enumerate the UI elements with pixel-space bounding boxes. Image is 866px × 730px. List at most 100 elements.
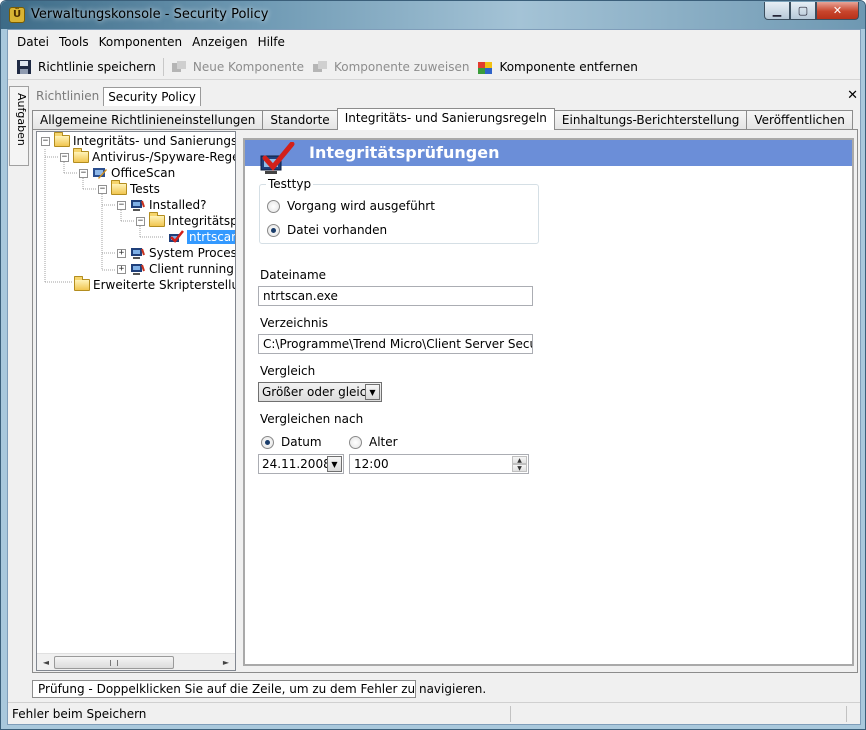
assign-component-icon — [313, 60, 327, 72]
radio-button-checked[interactable] — [267, 223, 280, 237]
tree-node-ntrtscan[interactable]: ntrtscan — [168, 229, 235, 245]
maximize-icon[interactable]: ▢ — [790, 2, 816, 20]
scroll-right-icon[interactable]: ► — [219, 656, 233, 669]
radio-button-checked[interactable] — [261, 435, 274, 449]
time-value: 12:00 — [354, 457, 389, 471]
menu-tools[interactable]: Tools — [54, 35, 94, 49]
side-tab-aufgaben[interactable]: Aufgaben — [9, 86, 29, 166]
close-icon[interactable]: ✕ — [847, 88, 858, 103]
integrity-check-icon — [169, 230, 184, 243]
verzeichnis-field[interactable]: C:\Programme\Trend Micro\Client Server S… — [258, 334, 533, 354]
dateiname-label: Dateiname — [260, 268, 327, 282]
tree-node-label: OfficeScan — [111, 166, 176, 180]
spin-down-icon[interactable]: ▼ — [512, 464, 527, 472]
chevron-down-icon[interactable]: ▼ — [365, 384, 380, 400]
folder-icon — [73, 148, 89, 163]
testtyp-group: Testtyp Vorgang wird ausgeführt Datei vo… — [259, 177, 539, 244]
folder-icon — [74, 276, 90, 291]
radio-label: Vorgang wird ausgeführt — [287, 199, 435, 213]
tree-node-client-running[interactable]: + Client running — [117, 261, 234, 277]
tree-expander[interactable]: − — [41, 136, 50, 146]
menu-datei[interactable]: Datei — [12, 35, 54, 49]
time-picker[interactable]: 12:00 ▲ ▼ — [349, 454, 529, 474]
remove-component-button[interactable]: Komponente entfernen — [473, 56, 641, 78]
radio-datei-vorhanden[interactable]: Datei vorhanden — [267, 223, 387, 237]
tree-node-officescan[interactable]: − OfficeScan — [79, 165, 175, 181]
tab-einhaltungs-berichterstellung[interactable]: Einhaltungs-Berichterstellung — [553, 110, 748, 130]
tree-node-integritaetspruefungen[interactable]: − Integritätspr — [136, 212, 235, 229]
tree-expander[interactable]: + — [117, 264, 126, 274]
menu-anzeigen[interactable]: Anzeigen — [187, 35, 252, 49]
tree-expander[interactable]: − — [79, 168, 88, 178]
tab-standorte[interactable]: Standorte — [262, 110, 338, 130]
remove-component-icon — [478, 61, 493, 74]
testtyp-legend: Testtyp — [266, 177, 314, 191]
tree-node-label: Integritätspr — [168, 214, 235, 228]
doc-tab-security-policy[interactable]: Security Policy — [103, 86, 201, 106]
vergleich-label: Vergleich — [260, 364, 316, 378]
scroll-left-icon[interactable]: ◄ — [39, 656, 53, 669]
radio-label: Alter — [369, 435, 398, 449]
tree-horizontal-scrollbar[interactable]: ◄ ► — [37, 653, 235, 670]
spin-up-icon[interactable]: ▲ — [512, 456, 527, 464]
check-component-icon — [131, 200, 145, 211]
policy-tabs: Allgemeine Richtlinieneinstellungen Stan… — [32, 108, 860, 130]
minimize-icon[interactable]: ▁ — [764, 2, 790, 20]
date-picker[interactable]: 24.11.2008 ▼ — [258, 454, 344, 474]
tree-expander[interactable]: + — [117, 248, 126, 258]
app-logo-icon: Ü — [9, 7, 25, 23]
error-message-strip[interactable]: Prüfung - Doppelklicken Sie auf die Zeil… — [32, 680, 486, 698]
radio-alter[interactable]: Alter — [349, 435, 398, 449]
tab-veroeffentlichen[interactable]: Veröffentlichen — [746, 110, 853, 130]
tree-expander[interactable]: − — [136, 216, 145, 226]
title-bar[interactable]: Ü Verwaltungskonsole - Security Policy ▁… — [1, 1, 865, 29]
menu-hilfe[interactable]: Hilfe — [253, 35, 290, 49]
vergleich-value: Größer oder gleich — [262, 385, 374, 399]
check-component-icon — [131, 264, 145, 275]
menu-komponenten[interactable]: Komponenten — [94, 35, 188, 49]
tree-node-label: Integritäts- und Sanierungsreg — [73, 134, 235, 148]
toolbar: Richtlinie speichern Neue Komponente Kom… — [8, 54, 860, 80]
radio-button[interactable] — [267, 199, 280, 213]
tree-node-label: Antivirus-/Spyware-Regeln — [92, 150, 235, 164]
tree-expander[interactable]: − — [98, 184, 107, 194]
radio-datum[interactable]: Datum — [261, 435, 322, 449]
rules-tree[interactable]: − Integritäts- und Sanierungsreg − Antiv… — [36, 131, 236, 671]
doc-tab-richtlinien[interactable]: Richtlinien — [32, 87, 103, 105]
dateiname-field[interactable]: ntrtscan.exe — [258, 286, 533, 306]
radio-vorgang-wird-ausgefuehrt[interactable]: Vorgang wird ausgeführt — [267, 199, 435, 213]
tree-expander[interactable]: − — [117, 200, 126, 210]
tree-expander[interactable]: − — [60, 152, 69, 162]
new-component-label: Neue Komponente — [192, 59, 304, 74]
window-controls: ▁ ▢ ✕ — [764, 2, 859, 20]
panel-header: Integritätsprüfungen — [245, 140, 852, 174]
tree-node-integritaets-sanierungsregeln[interactable]: − Integritäts- und Sanierungsreg — [41, 132, 235, 149]
tree-node-tests[interactable]: − Tests — [98, 180, 160, 197]
new-component-button[interactable]: Neue Komponente — [167, 56, 308, 78]
toolbar-separator — [162, 57, 164, 76]
close-icon[interactable]: ✕ — [816, 2, 859, 20]
panel-title: Integritätsprüfungen — [309, 143, 500, 162]
folder-icon — [54, 132, 70, 147]
tree-node-erweiterte-skripterstellung[interactable]: Erweiterte Skripterstellungs — [74, 276, 235, 293]
radio-label: Datei vorhanden — [287, 223, 388, 237]
vergleich-select[interactable]: Größer oder gleich ▼ — [258, 382, 382, 402]
scrollbar-thumb[interactable] — [54, 656, 174, 669]
time-spinner[interactable]: ▲ ▼ — [512, 456, 527, 472]
tree-node-label-selected: ntrtscan — [187, 230, 235, 244]
tree-node-system-processes[interactable]: + System Proces — [117, 245, 235, 261]
checkmark-computer-icon — [260, 142, 295, 174]
tab-allgemeine-richtlinieneinstellungen[interactable]: Allgemeine Richtlinieneinstellungen — [32, 110, 264, 130]
radio-button[interactable] — [349, 435, 362, 449]
tree-node-antivirus-spyware-regeln[interactable]: − Antivirus-/Spyware-Regeln — [60, 148, 235, 165]
tab-integritaets-und-sanierungsregeln[interactable]: Integritäts- und Sanierungsregeln — [336, 108, 555, 130]
save-policy-button[interactable]: Richtlinie speichern — [12, 56, 160, 78]
antivirus-component-icon — [93, 168, 107, 179]
tree-node-installed[interactable]: − Installed? — [117, 197, 207, 213]
assign-component-button[interactable]: Komponente zuweisen — [308, 56, 473, 78]
status-bar: Fehler beim Speichern — [8, 702, 860, 724]
folder-icon — [111, 180, 127, 195]
tree-node-label: System Proces — [149, 246, 235, 260]
tree-viewport: − Integritäts- und Sanierungsreg − Antiv… — [37, 132, 235, 654]
calendar-dropdown-icon[interactable]: ▼ — [327, 456, 342, 472]
